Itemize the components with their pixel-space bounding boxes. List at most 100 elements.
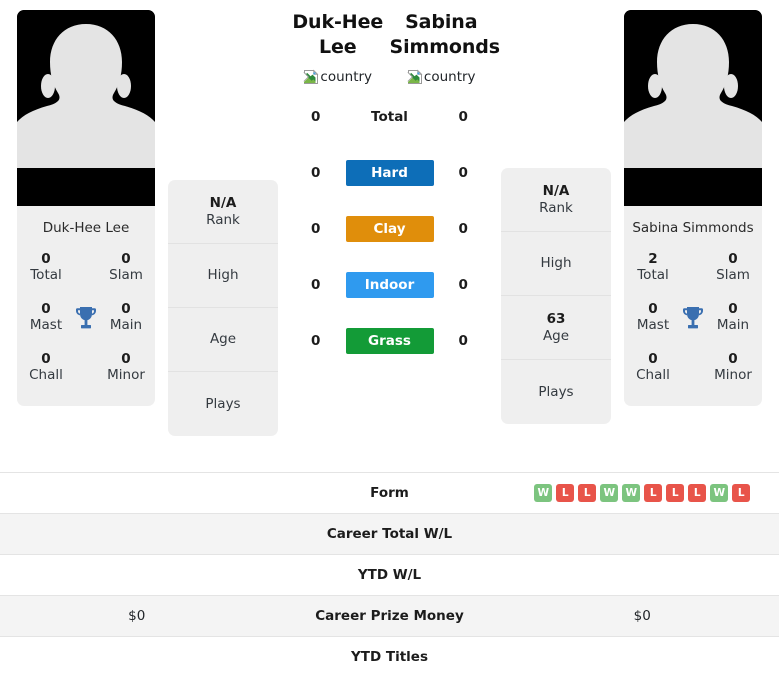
stat-label: YTD W/L xyxy=(357,567,422,583)
left-stat-mast: 0 Mast xyxy=(23,301,69,334)
right-player-card-name: Sabina Simmonds xyxy=(632,220,754,236)
center-column: Duk-Hee Lee country Sabina Simmonds coun… xyxy=(282,10,501,369)
left-info-column: N/A Rank High Age Plays xyxy=(164,10,282,436)
left-stat-mast-label: Mast xyxy=(29,316,63,333)
left-info-rank: N/A Rank xyxy=(168,180,278,244)
right-stat-chall-label: Chall xyxy=(636,366,670,383)
right-player-card[interactable]: Sabina Simmonds 2 Total 0 Slam 0 Mast 0 … xyxy=(624,10,762,406)
right-stat-minor-value: 0 xyxy=(728,350,738,367)
right-form-badge-win[interactable]: W xyxy=(534,484,553,502)
left-clay-score: 0 xyxy=(311,221,321,238)
left-stat-main-label: Main xyxy=(109,316,143,333)
left-stat-total-label: Total xyxy=(30,267,62,284)
right-info-column: N/A Rank High 63 Age Plays xyxy=(497,10,615,424)
left-stat-slam: 0 Slam xyxy=(103,251,149,284)
right-player-heading: Sabina Simmonds country xyxy=(390,10,501,85)
left-total-score: 0 xyxy=(311,109,321,126)
right-stat-slam: 0 Slam xyxy=(710,251,756,284)
trophy-icon xyxy=(76,306,96,329)
right-indoor-score: 0 xyxy=(458,277,468,294)
left-stat-slam-value: 0 xyxy=(121,251,131,268)
left-stat-chall-value: 0 xyxy=(41,350,51,367)
left-stat-main: 0 Main xyxy=(103,301,149,334)
right-player-name[interactable]: Sabina Simmonds xyxy=(390,10,501,59)
left-stat-chall: 0 Chall xyxy=(23,350,69,384)
right-form-badge-win[interactable]: W xyxy=(622,484,641,502)
left-player-card-name: Duk-Hee Lee xyxy=(42,220,130,236)
comparison-header: Duk-Hee Lee 0 Total 0 Slam 0 Mast 0 Main… xyxy=(0,0,779,472)
right-info-card: N/A Rank High 63 Age Plays xyxy=(501,168,611,424)
right-hard-score: 0 xyxy=(458,165,468,182)
right-info-plays: Plays xyxy=(501,360,611,424)
left-career_prize_money-cell: $0 xyxy=(128,608,146,624)
left-country-alt-text: country xyxy=(320,69,373,86)
right-stat-slam-label: Slam xyxy=(716,267,750,284)
right-form-badge-loss[interactable]: L xyxy=(732,484,751,502)
right-stat-total: 2 Total xyxy=(630,251,676,284)
right-form-badge-win[interactable]: W xyxy=(710,484,729,502)
table-row: YTD Titles xyxy=(0,636,779,678)
right-form-cell: WLLWWLLLWL xyxy=(506,473,779,514)
right-grass-score: 0 xyxy=(458,333,468,350)
stat-label: Form xyxy=(370,485,409,501)
right-ytd_titles-cell xyxy=(506,637,779,678)
left-grass-score: 0 xyxy=(311,333,321,350)
right-career_prize_money-cell: $0 xyxy=(633,608,651,624)
right-stat-main: 0 Main xyxy=(710,301,756,334)
left-info-high: High xyxy=(168,244,278,308)
person-silhouette-icon xyxy=(17,10,155,206)
left-form-cell xyxy=(0,473,274,514)
left-career_total_wl-cell xyxy=(0,514,274,555)
right-stat-mast-label: Mast xyxy=(636,316,670,333)
left-player-photo[interactable] xyxy=(17,10,155,206)
left-ytd_titles-cell xyxy=(0,637,274,678)
surface-row-hard: 0 Hard 0 xyxy=(286,145,493,201)
right-titles-grid: 2 Total 0 Slam 0 Mast 0 Main 0 Chall 0 M… xyxy=(624,251,762,406)
left-stat-slam-label: Slam xyxy=(109,267,143,284)
right-country-alt-text: country xyxy=(423,69,476,86)
surface-badge-total: Total xyxy=(371,109,408,126)
surface-row-grass: 0 Grass 0 xyxy=(286,313,493,369)
right-trophy-icon-cell xyxy=(676,305,710,331)
left-rank-label: Rank xyxy=(206,211,240,228)
left-high-label: High xyxy=(207,267,239,284)
left-stat-total-value: 0 xyxy=(41,251,51,268)
stat-label: Career Prize Money xyxy=(315,608,464,624)
right-form-badge-loss[interactable]: L xyxy=(644,484,663,502)
left-info-age: Age xyxy=(168,308,278,372)
right-clay-score: 0 xyxy=(458,221,468,238)
stat-label: YTD Titles xyxy=(351,649,428,666)
right-form-badges: WLLWWLLLWL xyxy=(512,484,774,502)
right-form-badge-win[interactable]: W xyxy=(600,484,619,502)
table-row: Form W L L W W L L L W L xyxy=(0,472,779,514)
right-stat-mast: 0 Mast xyxy=(630,301,676,334)
right-info-high: High xyxy=(501,232,611,296)
left-stat-mast-value: 0 xyxy=(41,301,51,318)
right-form-badge-loss[interactable]: L xyxy=(666,484,685,502)
right-form-badge-loss[interactable]: L xyxy=(556,484,575,502)
left-player-column: Duk-Hee Lee 0 Total 0 Slam 0 Mast 0 Main… xyxy=(8,10,164,406)
right-stat-total-label: Total xyxy=(637,267,669,284)
broken-image-icon xyxy=(407,69,423,85)
right-form-badge-loss[interactable]: L xyxy=(578,484,597,502)
left-trophy-icon-cell xyxy=(69,305,103,331)
right-stat-slam-value: 0 xyxy=(728,251,738,268)
right-stat-minor-label: Minor xyxy=(714,366,752,383)
right-career_total_wl-cell xyxy=(506,514,779,555)
left-player-card[interactable]: Duk-Hee Lee 0 Total 0 Slam 0 Mast 0 Main… xyxy=(17,10,155,406)
surface-badge-clay: Clay xyxy=(345,216,434,243)
right-ytd_wl-cell xyxy=(506,555,779,596)
player-comparison-page: Duk-Hee Lee 0 Total 0 Slam 0 Mast 0 Main… xyxy=(0,0,779,699)
left-stat-chall-label: Chall xyxy=(29,366,63,383)
left-stat-minor-value: 0 xyxy=(121,350,131,367)
person-silhouette-icon xyxy=(624,10,762,206)
right-country: country xyxy=(390,69,494,85)
right-stat-main-label: Main xyxy=(716,316,750,333)
right-form-badge-loss[interactable]: L xyxy=(688,484,707,502)
right-rank-label: Rank xyxy=(539,199,573,216)
right-age-value: 63 xyxy=(546,311,566,328)
left-player-name[interactable]: Duk-Hee Lee xyxy=(286,10,390,59)
right-player-photo[interactable] xyxy=(624,10,762,206)
surface-row-indoor: 0 Indoor 0 xyxy=(286,257,493,313)
right-rank-value: N/A xyxy=(542,183,570,200)
